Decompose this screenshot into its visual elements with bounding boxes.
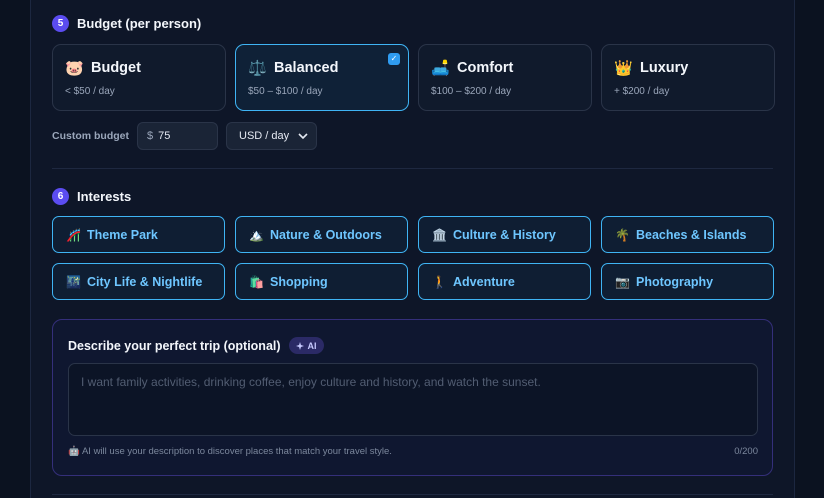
budget-option-range: $100 – $200 / day xyxy=(431,86,512,97)
interests-section-header: 6 Interests xyxy=(52,188,131,205)
interest-label: Adventure xyxy=(453,274,515,289)
budget-section-title: Budget (per person) xyxy=(77,16,202,31)
trip-hint-text: AI will use your description to discover… xyxy=(81,446,392,457)
step-number-badge: 6 xyxy=(52,188,69,205)
trip-description-textarea[interactable]: I want family activities, drinking coffe… xyxy=(68,363,758,436)
budget-option-range: $50 – $100 / day xyxy=(248,86,323,97)
hiker-icon: 🚶 xyxy=(432,274,447,289)
selected-check-icon: ✓ xyxy=(388,53,400,65)
interest-label: Photography xyxy=(636,274,714,289)
section-divider xyxy=(52,494,773,495)
interest-label: Beaches & Islands xyxy=(636,227,747,242)
budget-option-budget[interactable]: 🐷 Budget < $50 / day xyxy=(52,44,226,111)
ai-badge-label: AI xyxy=(307,340,317,351)
robot-icon: 🤖 xyxy=(68,446,80,457)
crown-icon: 👑 xyxy=(614,60,633,77)
budget-unit-select[interactable]: USD / day xyxy=(226,122,317,150)
mountain-icon: 🏔️ xyxy=(249,227,264,242)
piggy-bank-icon: 🐷 xyxy=(65,60,84,77)
interest-culture-history[interactable]: 🏛️ Culture & History xyxy=(418,216,591,253)
currency-symbol: $ xyxy=(147,130,154,142)
ai-badge: AI xyxy=(288,337,324,354)
trip-description-footer: 🤖 AI will use your description to discov… xyxy=(68,446,758,457)
budget-option-balanced[interactable]: ⚖️ Balanced $50 – $100 / day ✓ xyxy=(235,44,409,111)
budget-option-luxury[interactable]: 👑 Luxury + $200 / day xyxy=(601,44,775,111)
trip-description-title: Describe your perfect trip (optional) xyxy=(68,338,281,353)
budget-option-label: Budget xyxy=(91,60,141,76)
palm-tree-icon: 🌴 xyxy=(615,227,630,242)
interests-section-title: Interests xyxy=(77,189,132,204)
budget-section-header: 5 Budget (per person) xyxy=(52,15,201,32)
classical-building-icon: 🏛️ xyxy=(432,227,447,242)
interest-label: City Life & Nightlife xyxy=(87,274,203,289)
trip-description-card: Describe your perfect trip (optional) AI… xyxy=(52,319,773,476)
balance-scale-icon: ⚖️ xyxy=(248,60,267,77)
sparkle-icon xyxy=(295,341,304,350)
custom-budget-row: Custom budget $ 75 USD / day xyxy=(52,122,317,150)
armchair-icon: 🛋️ xyxy=(431,60,450,77)
budget-options: 🐷 Budget < $50 / day ⚖️ Balanced $50 – $… xyxy=(52,44,775,111)
interest-nature-outdoors[interactable]: 🏔️ Nature & Outdoors xyxy=(235,216,408,253)
budget-option-label: Luxury xyxy=(640,60,689,76)
chevron-down-icon xyxy=(298,132,308,139)
section-divider xyxy=(52,168,773,169)
step-number-badge: 5 xyxy=(52,15,69,32)
interest-label: Shopping xyxy=(270,274,328,289)
shopping-bags-icon: 🛍️ xyxy=(249,274,264,289)
interest-photography[interactable]: 📷 Photography xyxy=(601,263,774,300)
budget-unit-value: USD / day xyxy=(239,130,290,142)
budget-option-range: + $200 / day xyxy=(614,86,670,97)
city-night-icon: 🌃 xyxy=(66,274,81,289)
custom-budget-value: 75 xyxy=(158,130,171,142)
budget-option-label: Comfort xyxy=(457,60,514,76)
interest-adventure[interactable]: 🚶 Adventure xyxy=(418,263,591,300)
character-counter: 0/200 xyxy=(734,446,758,457)
interest-beaches-islands[interactable]: 🌴 Beaches & Islands xyxy=(601,216,774,253)
camera-icon: 📷 xyxy=(615,274,630,289)
interest-shopping[interactable]: 🛍️ Shopping xyxy=(235,263,408,300)
interest-label: Nature & Outdoors xyxy=(270,227,382,242)
interests-grid: 🎢 Theme Park 🏔️ Nature & Outdoors 🏛️ Cul… xyxy=(52,216,774,300)
interest-label: Theme Park xyxy=(87,227,158,242)
budget-option-range: < $50 / day xyxy=(65,86,115,97)
roller-coaster-icon: 🎢 xyxy=(66,227,81,242)
custom-budget-input[interactable]: $ 75 xyxy=(137,122,218,150)
budget-option-comfort[interactable]: 🛋️ Comfort $100 – $200 / day xyxy=(418,44,592,111)
trip-description-placeholder: I want family activities, drinking coffe… xyxy=(81,375,541,389)
trip-hint: 🤖 AI will use your description to discov… xyxy=(68,446,392,457)
interest-label: Culture & History xyxy=(453,227,556,242)
trip-description-header: Describe your perfect trip (optional) AI xyxy=(68,337,324,354)
interest-theme-park[interactable]: 🎢 Theme Park xyxy=(52,216,225,253)
budget-option-label: Balanced xyxy=(274,60,339,76)
custom-budget-label: Custom budget xyxy=(52,130,129,142)
interest-city-nightlife[interactable]: 🌃 City Life & Nightlife xyxy=(52,263,225,300)
